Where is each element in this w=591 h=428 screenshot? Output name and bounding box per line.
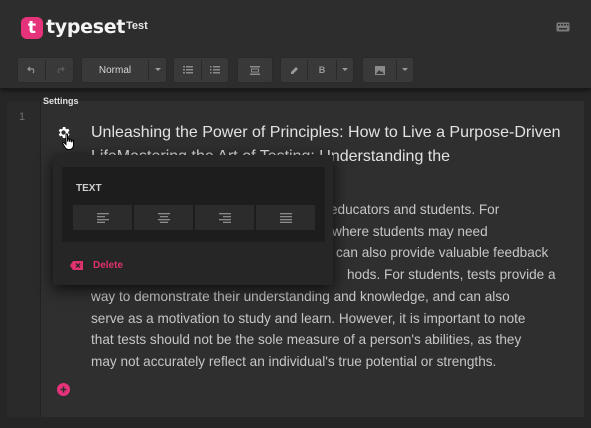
logo-icon: t [21, 17, 43, 39]
block-button[interactable] [237, 57, 273, 83]
paragraph-line: may not accurately reflect an individual… [91, 353, 497, 369]
logo-text: typeset [46, 16, 126, 38]
align-justify-icon [279, 212, 292, 223]
bold-button[interactable]: B [308, 58, 336, 82]
undo-icon[interactable] [18, 58, 45, 82]
chevron-down-icon[interactable] [397, 58, 413, 82]
chevron-down-icon[interactable] [337, 58, 353, 82]
text-section-heading: TEXT [76, 183, 102, 194]
top-bar: t typeset Test Normal B [0, 0, 591, 89]
settings-tooltip: Settings [43, 96, 79, 106]
image-group [362, 57, 414, 83]
history-group [17, 57, 74, 83]
delete-button[interactable]: Delete [70, 258, 123, 272]
format-group: B [280, 57, 354, 83]
align-right-icon [218, 212, 231, 223]
hand-cursor-icon [62, 133, 74, 150]
text-align-panel: TEXT [62, 167, 325, 242]
image-icon[interactable] [363, 58, 396, 82]
document-title[interactable]: Test [126, 20, 148, 32]
list-group [173, 57, 229, 83]
chevron-down-icon [149, 58, 166, 82]
align-left-button[interactable] [73, 205, 132, 230]
plus-icon [60, 386, 67, 393]
block-icon [238, 58, 272, 82]
paragraph-style-label: Normal [98, 64, 132, 76]
block-settings-popup: TEXT Delete [53, 155, 333, 285]
paragraph-style-dropdown[interactable]: Normal [81, 57, 167, 83]
delete-label: Delete [93, 259, 124, 271]
bullet-list-icon[interactable] [174, 58, 201, 82]
paragraph-line: way to demonstrate their understanding a… [91, 288, 510, 304]
redo-icon[interactable] [46, 58, 73, 82]
align-justify-button[interactable] [256, 205, 315, 230]
align-right-button[interactable] [195, 205, 254, 230]
keyboard-icon[interactable] [556, 22, 570, 32]
paragraph-line: that tests should not be the sole measur… [91, 332, 522, 348]
align-center-button[interactable] [134, 205, 193, 230]
delete-icon [70, 260, 83, 270]
pen-icon[interactable] [281, 58, 307, 82]
line-number: 1 [19, 111, 26, 123]
align-left-icon [96, 212, 109, 223]
paragraph-line: serve as a motivation to study and learn… [91, 310, 526, 326]
add-block-button[interactable] [57, 383, 70, 396]
numbered-list-icon[interactable] [202, 58, 228, 82]
line-gutter: 1 [7, 101, 41, 417]
align-center-icon [157, 212, 170, 223]
